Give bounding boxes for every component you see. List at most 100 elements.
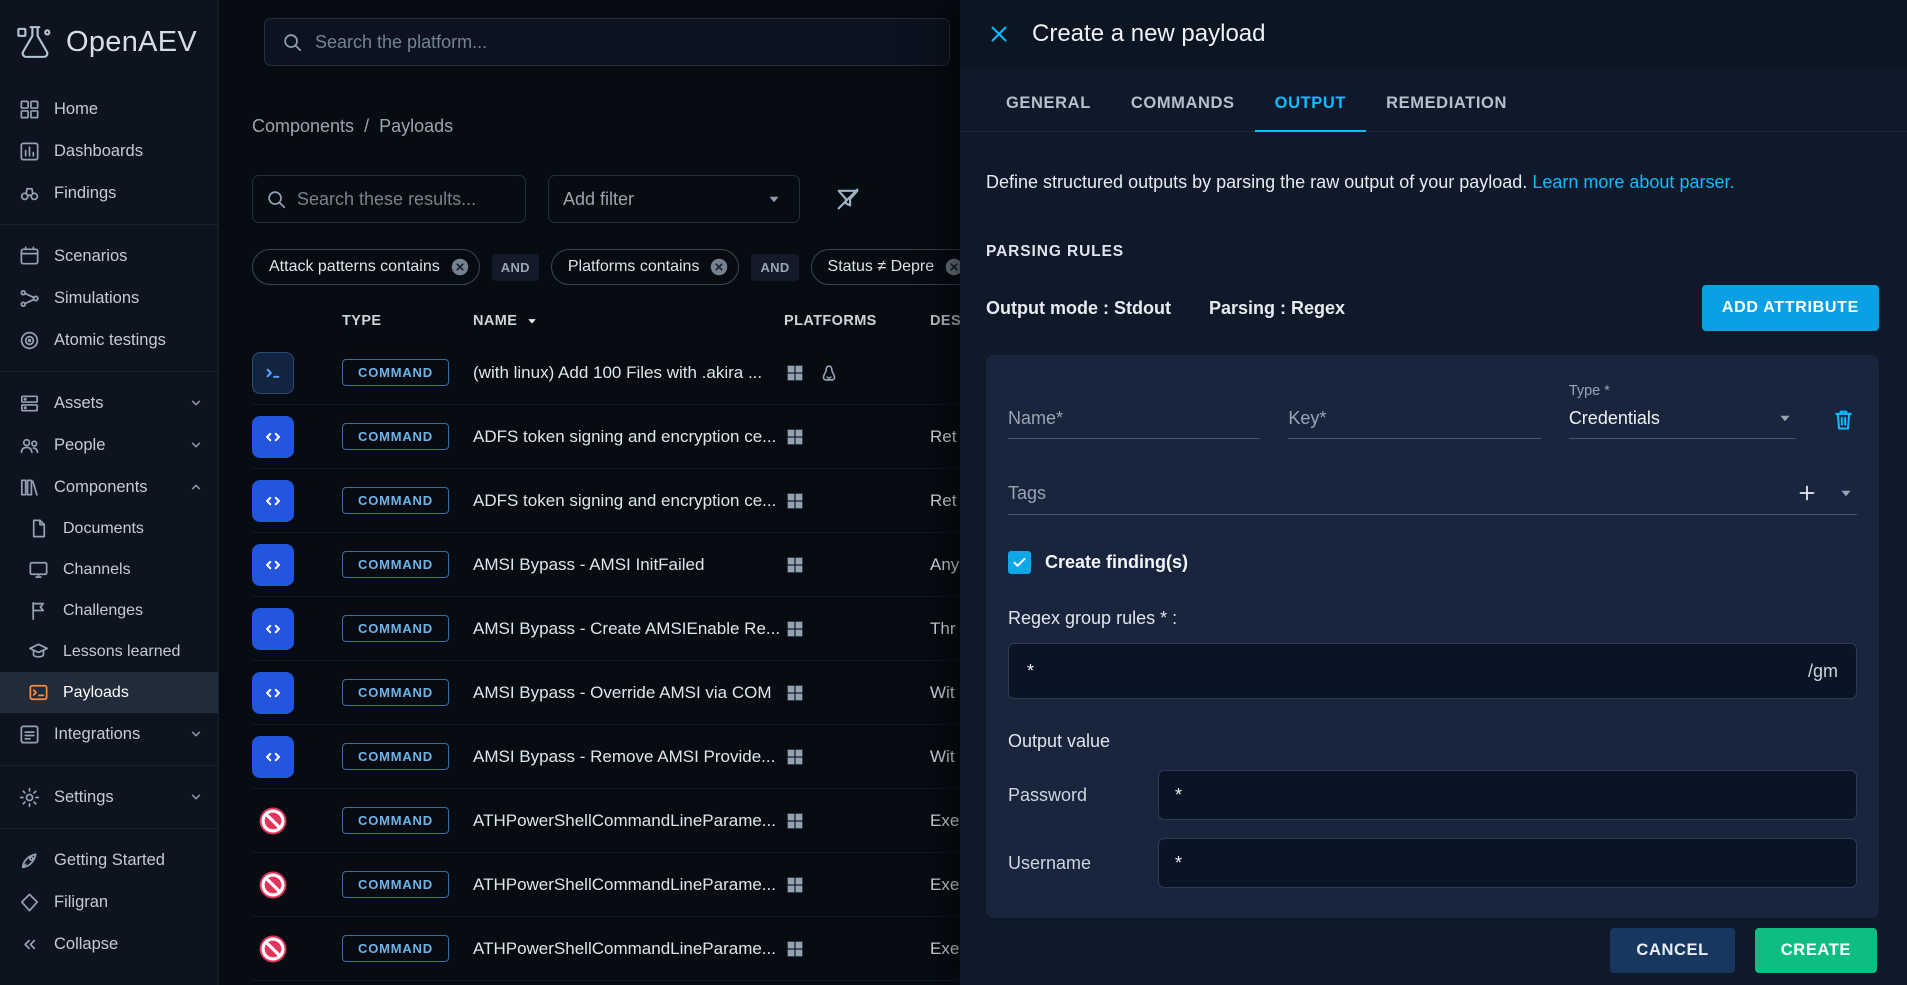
sidebar-item-label: Collapse	[54, 935, 118, 954]
tab-remediation[interactable]: REMEDIATION	[1366, 76, 1527, 131]
key-field[interactable]: Key*	[1288, 408, 1540, 439]
filter-chip-status-depre[interactable]: Status ≠ Depre	[811, 249, 975, 285]
sidebar-item-simulations[interactable]: Simulations	[0, 277, 218, 319]
col-platforms[interactable]: PLATFORMS	[784, 313, 930, 329]
tab-commands[interactable]: COMMANDS	[1111, 76, 1255, 131]
breadcrumb-separator: /	[364, 116, 369, 137]
sidebar-item-dashboards[interactable]: Dashboards	[0, 130, 218, 172]
payload-type-badge: COMMAND	[342, 871, 449, 898]
create-button[interactable]: CREATE	[1755, 928, 1877, 973]
type-select[interactable]: Type * Credentials	[1569, 383, 1796, 439]
sidebar-item-assets[interactable]: Assets	[0, 382, 218, 424]
output-input-username[interactable]: *	[1158, 838, 1857, 888]
results-search[interactable]	[252, 175, 526, 223]
output-input-password[interactable]: *	[1158, 770, 1857, 820]
key-field-label: Key*	[1288, 408, 1540, 429]
filter-chip-attack-patterns-contains[interactable]: Attack patterns contains	[252, 249, 480, 285]
parser-description: Define structured outputs by parsing the…	[986, 172, 1879, 193]
sidebar-item-collapse[interactable]: Collapse	[0, 923, 218, 965]
sidebar-item-people[interactable]: People	[0, 424, 218, 466]
cancel-icon[interactable]	[449, 256, 471, 278]
payload-type-badge: COMMAND	[342, 679, 449, 706]
add-tag-icon[interactable]	[1795, 481, 1819, 505]
payload-name: ATHPowerShellCommandLineParame...	[473, 811, 784, 831]
regex-rules-label: Regex group rules * :	[1008, 608, 1857, 629]
sidebar-item-label: Components	[54, 478, 148, 497]
global-search[interactable]	[264, 18, 950, 66]
payload-type-badge: COMMAND	[342, 423, 449, 450]
type-select-label: Type *	[1569, 383, 1796, 399]
filter-operator[interactable]: AND	[492, 254, 539, 281]
sidebar-divider	[0, 371, 218, 372]
sidebar-item-components[interactable]: Components	[0, 466, 218, 508]
filter-operator[interactable]: AND	[751, 254, 798, 281]
regex-input[interactable]: * /gm	[1008, 643, 1857, 699]
sidebar-item-getting-started[interactable]: Getting Started	[0, 839, 218, 881]
cancel-icon[interactable]	[708, 256, 730, 278]
create-findings-label: Create finding(s)	[1045, 552, 1188, 573]
sidebar-item-scenarios[interactable]: Scenarios	[0, 235, 218, 277]
filter-chip-label: Attack patterns contains	[269, 258, 440, 276]
payload-name: AMSI Bypass - Remove AMSI Provide...	[473, 747, 784, 767]
attribute-fields-row: Name* Key* Type * Credentials	[1008, 383, 1857, 439]
add-filter-label: Add filter	[563, 189, 634, 210]
command-icon	[252, 736, 294, 778]
sidebar-item-label: Home	[54, 100, 98, 119]
sidebar-item-challenges[interactable]: Challenges	[0, 590, 218, 631]
breadcrumb-components[interactable]: Components	[252, 116, 354, 137]
sidebar-item-documents[interactable]: Documents	[0, 508, 218, 549]
sidebar-nav: Home DashboardsFindings ScenariosSimulatio…	[0, 84, 218, 965]
delete-attribute-icon[interactable]	[1830, 406, 1857, 433]
app-logo[interactable]: OpenAEV	[0, 0, 218, 84]
tab-general[interactable]: GENERAL	[986, 76, 1111, 131]
sidebar-item-channels[interactable]: Channels	[0, 549, 218, 590]
close-icon[interactable]	[986, 21, 1012, 47]
filigran-icon	[18, 891, 41, 914]
name-field[interactable]: Name*	[1008, 408, 1260, 439]
payload-name: AMSI Bypass - AMSI InitFailed	[473, 555, 784, 575]
filter-chip-platforms-contains[interactable]: Platforms contains	[551, 249, 740, 285]
output-row-username: Username*	[1008, 838, 1857, 888]
payload-type-badge: COMMAND	[342, 807, 449, 834]
sidebar-item-payloads[interactable]: Payloads	[0, 672, 218, 713]
blocked-icon	[252, 864, 294, 906]
sidebar-item-label: Documents	[63, 520, 144, 538]
results-search-input[interactable]	[297, 189, 513, 210]
regex-flags: /gm	[1808, 661, 1838, 682]
global-search-input[interactable]	[315, 32, 933, 53]
windows-icon	[784, 938, 806, 960]
chevron-down-icon[interactable]	[1835, 482, 1857, 504]
sidebar-item-atomic-testings[interactable]: Atomic testings	[0, 319, 218, 361]
sidebar-item-settings[interactable]: Settings	[0, 776, 218, 818]
payload-platforms	[784, 938, 930, 960]
windows-icon	[784, 810, 806, 832]
parser-doc-link[interactable]: Learn more about parser.	[1532, 172, 1734, 192]
sidebar-item-home[interactable]: Home	[0, 88, 218, 130]
cancel-button[interactable]: CANCEL	[1610, 928, 1734, 973]
sidebar-divider	[0, 765, 218, 766]
payload-platforms	[784, 426, 930, 448]
sidebar-item-filigran[interactable]: Filigran	[0, 881, 218, 923]
sidebar-item-integrations[interactable]: Integrations	[0, 713, 218, 755]
col-type[interactable]: TYPE	[342, 313, 473, 329]
tags-actions	[1795, 481, 1857, 505]
payload-platforms	[784, 874, 930, 896]
collapse-icon	[18, 933, 41, 956]
output-row-password: Password*	[1008, 770, 1857, 820]
sidebar-item-findings[interactable]: Findings	[0, 172, 218, 214]
add-filter-select[interactable]: Add filter	[548, 175, 800, 223]
add-attribute-button[interactable]: ADD ATTRIBUTE	[1702, 285, 1879, 331]
getting-started-icon	[18, 849, 41, 872]
payload-type-badge: COMMAND	[342, 551, 449, 578]
sort-desc-icon	[523, 312, 541, 330]
sidebar-item-label: Integrations	[54, 725, 140, 744]
tags-field[interactable]: Tags	[1008, 481, 1857, 515]
parser-description-text: Define structured outputs by parsing the…	[986, 172, 1527, 192]
create-findings-checkbox[interactable]	[1008, 551, 1031, 574]
sidebar-item-label: Atomic testings	[54, 331, 166, 350]
tab-output[interactable]: OUTPUT	[1255, 76, 1366, 131]
col-name[interactable]: NAME	[473, 312, 784, 330]
clear-filters-icon[interactable]	[834, 185, 862, 213]
components-icon	[18, 476, 41, 499]
sidebar-item-lessons-learned[interactable]: Lessons learned	[0, 631, 218, 672]
